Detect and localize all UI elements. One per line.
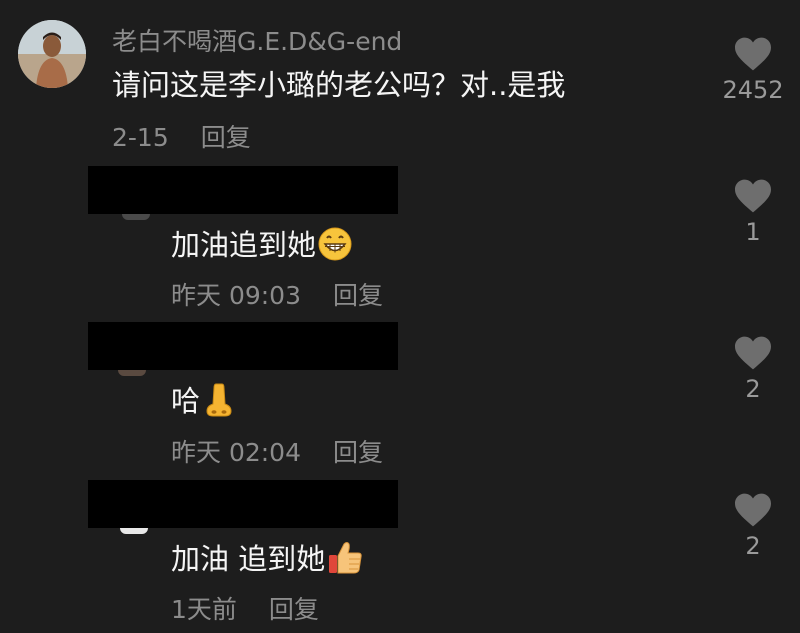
reply-text: 哈: [171, 378, 236, 425]
nose-emoji: [202, 382, 236, 425]
reply-time: 昨天 02:04: [171, 438, 301, 467]
heart-icon: [735, 493, 771, 527]
like-count: 2: [745, 375, 761, 403]
reply-button[interactable]: 回复: [269, 595, 319, 624]
reply-text-content: 哈: [171, 384, 201, 418]
reply-text: 加油 追到她: [171, 536, 363, 582]
comment-text: 请问这是李小璐的老公吗？对..是我: [112, 68, 566, 102]
grinning-face-emoji: [318, 227, 352, 268]
reply-time: 昨天 09:03: [171, 281, 301, 310]
reply-button[interactable]: 回复: [333, 438, 383, 467]
redacted-reply-author: [88, 166, 398, 214]
reply-avatar[interactable]: [120, 528, 148, 534]
reply-avatar[interactable]: [118, 370, 146, 376]
avatar-photo: [18, 20, 86, 88]
heart-icon: [735, 336, 771, 370]
like-count: 1: [745, 218, 761, 246]
reply-meta: 1天前 回复: [171, 590, 319, 626]
redacted-reply-author: [88, 322, 398, 370]
avatar[interactable]: [18, 20, 86, 88]
like-button[interactable]: 2452: [713, 36, 793, 104]
heart-icon: [735, 179, 771, 213]
comment-date: 2-15: [112, 123, 169, 152]
like-button[interactable]: 2: [713, 335, 793, 403]
reply-meta: 昨天 09:03 回复: [171, 276, 383, 312]
comment-author[interactable]: 老白不喝酒G.E.D&G-end: [112, 22, 402, 58]
reply-button[interactable]: 回复: [201, 123, 251, 152]
reply-time: 1天前: [171, 595, 237, 624]
like-count: 2452: [722, 76, 784, 104]
like-button[interactable]: 1: [713, 178, 793, 246]
reply-meta: 昨天 02:04 回复: [171, 433, 383, 469]
like-button[interactable]: 2: [713, 492, 793, 560]
comment-meta: 2-15 回复: [112, 118, 251, 154]
reply-text-content: 加油追到她: [171, 228, 317, 262]
comment-thread: 老白不喝酒G.E.D&G-end 请问这是李小璐的老公吗？对..是我 2-15 回…: [0, 0, 800, 633]
heart-icon: [735, 37, 771, 71]
reply-avatar[interactable]: [122, 214, 150, 220]
reply-button[interactable]: 回复: [333, 281, 383, 310]
redacted-reply-author: [88, 480, 398, 528]
thumbs-up-emoji: [327, 541, 363, 582]
reply-text: 加油追到她: [171, 222, 352, 268]
like-count: 2: [745, 532, 761, 560]
reply-text-content: 加油 追到她: [171, 542, 326, 576]
